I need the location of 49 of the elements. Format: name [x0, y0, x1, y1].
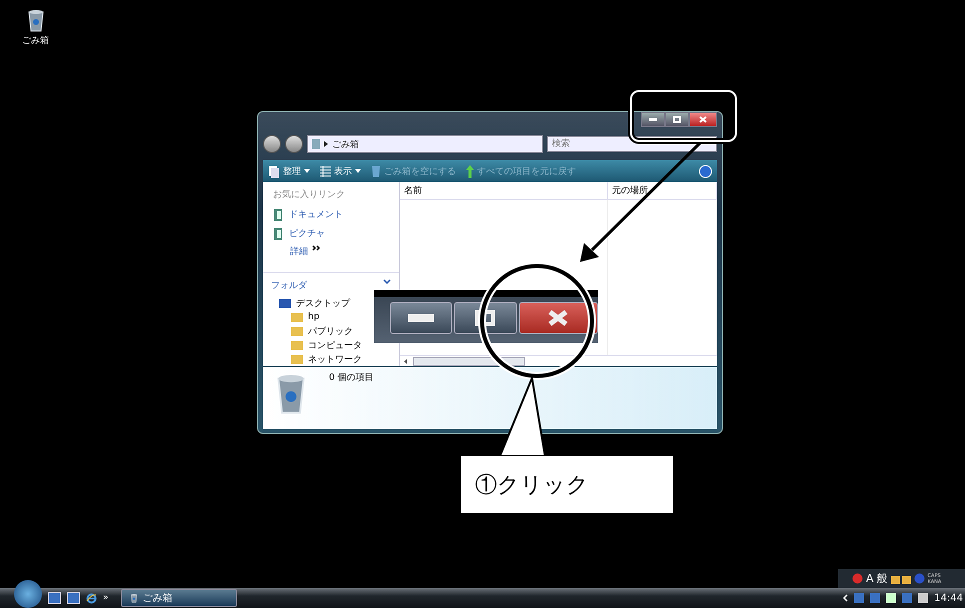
- maximize-button[interactable]: [665, 112, 689, 127]
- favorite-link[interactable]: ドキュメント: [289, 208, 343, 221]
- tree-item[interactable]: ネットワーク: [308, 352, 362, 366]
- ime-mode-text[interactable]: 般: [876, 571, 888, 586]
- tree-item[interactable]: hp: [308, 312, 320, 322]
- recycle-bin-icon: [26, 8, 46, 32]
- input-mode-text[interactable]: A: [866, 572, 874, 585]
- maximize-icon: [673, 116, 681, 123]
- browser-icon[interactable]: [86, 592, 97, 604]
- document-icon: [273, 228, 283, 240]
- forward-button[interactable]: [285, 135, 303, 153]
- toolbar-button[interactable]: 表示: [334, 164, 352, 178]
- pages-icon: [268, 164, 280, 178]
- folders-header[interactable]: フォルダ: [271, 279, 307, 292]
- tree-item[interactable]: パブリック: [308, 324, 353, 338]
- toolbar-button[interactable]: 整理: [283, 164, 301, 178]
- more-link[interactable]: 詳細: [290, 245, 308, 258]
- close-button[interactable]: [689, 112, 717, 127]
- desktop-icon-label[interactable]: ごみ箱: [22, 34, 49, 47]
- taskbar-button[interactable]: ごみ箱: [120, 589, 237, 607]
- maximize-icon: [475, 310, 496, 326]
- scroll-left-icon[interactable]: [404, 358, 407, 364]
- address-text: ごみ箱: [332, 138, 359, 150]
- chevron-icon[interactable]: [843, 594, 848, 602]
- back-button[interactable]: [263, 135, 281, 153]
- double-chevron-icon: [312, 245, 320, 251]
- minimize-icon: [649, 118, 657, 121]
- status-text: 0 個の項目: [329, 372, 374, 384]
- section-title: お気に入りリンク: [272, 188, 346, 202]
- grid-view-icon: [320, 166, 331, 176]
- tree-item[interactable]: コンピュータ: [308, 338, 362, 352]
- chevron-icon: [383, 279, 391, 284]
- horizontal-scrollbar[interactable]: [400, 355, 717, 366]
- start-button[interactable]: [14, 580, 42, 608]
- favorite-link[interactable]: ピクチャ: [289, 227, 325, 240]
- recycle-bin-icon: [130, 593, 138, 603]
- close-icon: [547, 309, 570, 327]
- clock[interactable]: 14:44: [934, 592, 963, 604]
- tree-item[interactable]: デスクトップ: [296, 296, 350, 310]
- close-icon: [699, 116, 707, 123]
- document-icon: [273, 208, 283, 220]
- more-button[interactable]: »: [103, 593, 109, 603]
- up-arrow-icon: [466, 164, 474, 178]
- column-header[interactable]: 元の場所: [608, 182, 717, 199]
- column-header[interactable]: 名前: [400, 182, 608, 199]
- minimize-icon: [408, 314, 434, 322]
- breadcrumb-arrow-icon: [324, 141, 328, 147]
- minimize-button[interactable]: [641, 112, 665, 127]
- address-bar[interactable]: ごみ箱: [307, 135, 543, 153]
